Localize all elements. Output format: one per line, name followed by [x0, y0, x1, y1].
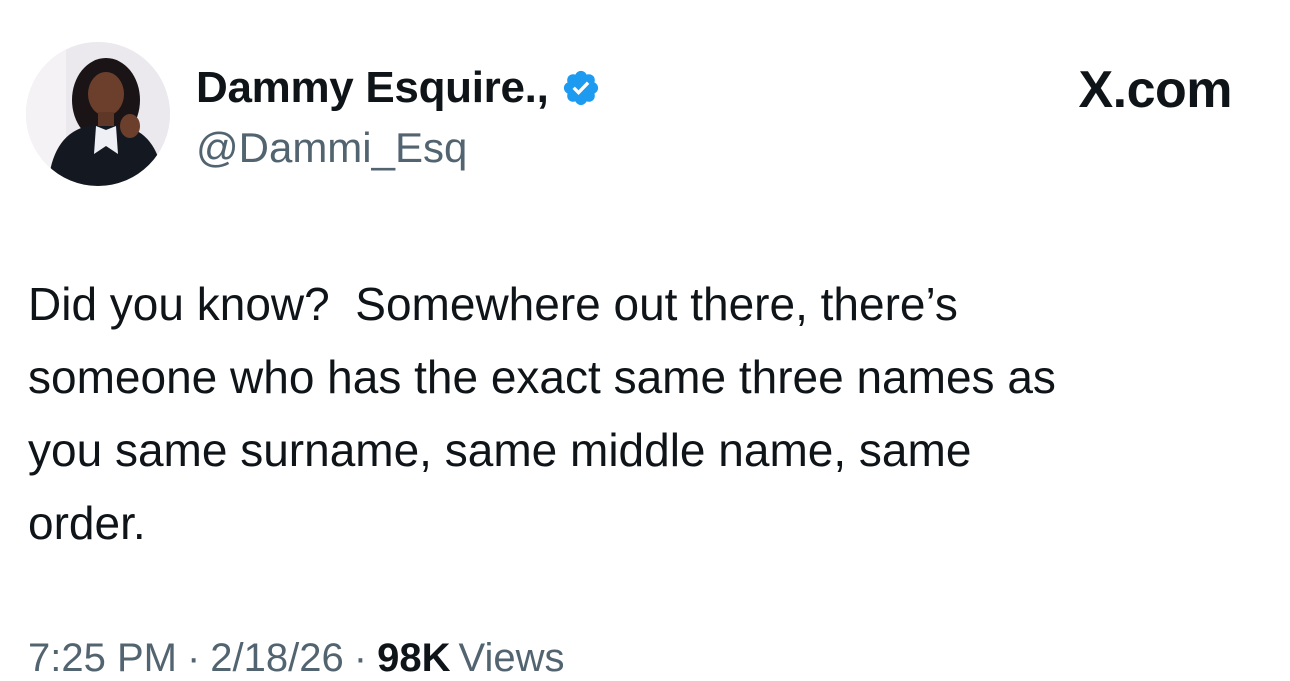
verified-badge-icon[interactable] — [561, 68, 601, 108]
tweet-text: Did you know? Somewhere out there, there… — [28, 278, 1056, 549]
tweet-card: Dammy Esquire., @Dammi_Esq X.com Did you… — [0, 0, 1290, 681]
handle[interactable]: @Dammi_Esq — [196, 124, 601, 172]
meta-separator: · — [353, 636, 368, 680]
display-name[interactable]: Dammy Esquire., — [196, 63, 549, 113]
brand-logo: X.com — [1078, 61, 1232, 119]
views-label: Views — [458, 636, 565, 680]
meta-separator: · — [186, 636, 201, 680]
views-count[interactable]: 98K — [377, 636, 450, 681]
tweet-date[interactable]: 2/18/26 — [210, 636, 343, 681]
avatar[interactable] — [26, 42, 170, 186]
author-block: Dammy Esquire., @Dammi_Esq — [196, 60, 601, 172]
tweet-meta: 7:25 PM · 2/18/26 · 98K Views — [28, 636, 564, 681]
name-row: Dammy Esquire., — [196, 60, 601, 116]
tweet-time[interactable]: 7:25 PM — [28, 636, 177, 681]
